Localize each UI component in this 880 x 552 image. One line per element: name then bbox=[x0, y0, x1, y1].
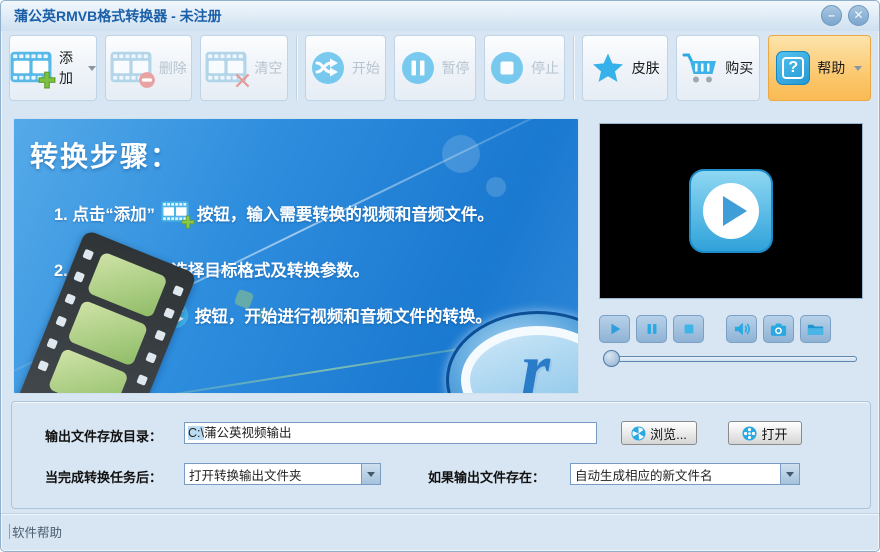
output-settings-group: 输出文件存放目录： C:\蒲公英视频输出 浏览... 打开 当完成转换任务后： … bbox=[11, 401, 871, 509]
minus-icon bbox=[138, 72, 155, 88]
player-controls bbox=[599, 315, 831, 343]
pause-button-label: 暂停 bbox=[441, 60, 470, 76]
star-icon bbox=[592, 53, 623, 82]
if-exists-dropdown-button[interactable] bbox=[780, 464, 799, 484]
add-button-label: 添加 bbox=[59, 50, 73, 86]
output-dir-label: 输出文件存放目录： bbox=[45, 429, 163, 444]
filmstrip-art bbox=[14, 229, 198, 393]
help-dropdown-caret-icon bbox=[854, 65, 863, 71]
preview-play-icon[interactable] bbox=[689, 169, 773, 253]
aperture-icon bbox=[631, 425, 646, 441]
if-exists-value: 自动生成相应的新文件名 bbox=[575, 468, 713, 483]
stop-button-label: 停止 bbox=[531, 60, 560, 76]
stop-icon bbox=[684, 324, 693, 334]
clear-button-label: 清空 bbox=[254, 60, 283, 76]
help-cube-icon: ? bbox=[776, 51, 811, 85]
skin-button-label: 皮肤 bbox=[631, 60, 660, 76]
film-reel-icon bbox=[742, 425, 758, 441]
close-button[interactable]: ✕ bbox=[848, 5, 869, 26]
video-preview[interactable] bbox=[599, 123, 863, 299]
step-1: 1. 点击“添加” 按钮，输入需要转换的视频和音频文件。 bbox=[54, 201, 494, 229]
inline-add-film-icon bbox=[161, 201, 195, 229]
add-button[interactable]: 添加 bbox=[9, 35, 97, 101]
toolbar-separator bbox=[295, 36, 297, 100]
app-window: 蒲公英RMVB格式转换器 - 未注册 – ✕ 添加 删除 清空 开始 暂停 停止… bbox=[0, 0, 880, 552]
play-icon bbox=[610, 323, 620, 335]
close-icon: ✕ bbox=[853, 8, 864, 22]
clear-button[interactable]: 清空 bbox=[200, 35, 288, 101]
pause-icon bbox=[647, 324, 656, 334]
output-dir-rest: 蒲公英视频输出 bbox=[203, 426, 292, 440]
start-button-label: 开始 bbox=[351, 60, 380, 76]
bubble-decoration bbox=[442, 135, 480, 173]
status-text: 软件帮助 bbox=[12, 526, 63, 540]
folder-icon bbox=[807, 324, 824, 335]
open-button-label: 打开 bbox=[761, 426, 788, 442]
if-exists-select[interactable]: 自动生成相应的新文件名 bbox=[570, 463, 800, 485]
camera-icon bbox=[770, 323, 787, 336]
steps-panel: 转换步骤： 1. 点击“添加” 按钮，输入需要转换的视频和音频文件。 2. 在新… bbox=[13, 118, 579, 394]
steps-title: 转换步骤： bbox=[30, 141, 181, 172]
after-task-value: 打开转换输出文件夹 bbox=[189, 468, 302, 483]
player-pause-button[interactable] bbox=[636, 315, 667, 343]
browse-button-label: 浏览... bbox=[650, 426, 687, 442]
chevron-down-icon bbox=[367, 471, 375, 477]
delete-film-icon bbox=[110, 51, 155, 88]
if-exists-label: 如果输出文件存在： bbox=[428, 470, 546, 485]
titlebar: 蒲公英RMVB格式转换器 - 未注册 – ✕ bbox=[1, 1, 879, 31]
volume-icon bbox=[734, 322, 750, 336]
bubble-decoration bbox=[486, 177, 506, 197]
minimize-button[interactable]: – bbox=[821, 5, 842, 26]
minimize-icon: – bbox=[828, 8, 835, 22]
after-task-dropdown-button[interactable] bbox=[361, 464, 380, 484]
start-shuffle-icon bbox=[311, 52, 344, 84]
toolbar-separator bbox=[573, 36, 575, 100]
cart-icon bbox=[682, 53, 717, 83]
stop-button[interactable]: 停止 bbox=[483, 35, 566, 101]
after-task-select[interactable]: 打开转换输出文件夹 bbox=[184, 463, 381, 485]
stop-icon bbox=[491, 52, 524, 84]
toolbar: 添加 删除 清空 开始 暂停 停止 皮肤 购买 ? 帮助 bbox=[9, 33, 871, 103]
r-logo-letter: r bbox=[521, 328, 551, 394]
output-dir-drive: C:\ bbox=[188, 426, 204, 440]
player-volume-button[interactable] bbox=[726, 315, 757, 343]
plus-icon bbox=[181, 215, 195, 229]
plus-icon bbox=[38, 71, 56, 89]
chevron-down-icon bbox=[786, 471, 794, 477]
step-1-text: 1. 点击“添加” bbox=[54, 206, 155, 224]
status-divider bbox=[9, 524, 10, 539]
clear-film-icon bbox=[205, 51, 250, 88]
add-dropdown-caret-icon bbox=[87, 65, 96, 71]
delete-button[interactable]: 删除 bbox=[104, 35, 193, 101]
player-play-button[interactable] bbox=[599, 315, 630, 343]
statusbar: 软件帮助 bbox=[1, 513, 879, 551]
buy-button-label: 购买 bbox=[725, 60, 754, 76]
window-title: 蒲公英RMVB格式转换器 - 未注册 bbox=[14, 8, 222, 24]
seek-bar[interactable] bbox=[603, 350, 857, 367]
player-stop-button[interactable] bbox=[673, 315, 704, 343]
open-button[interactable]: 打开 bbox=[728, 421, 802, 445]
help-button-label: 帮助 bbox=[817, 60, 846, 76]
seek-thumb[interactable] bbox=[603, 350, 620, 367]
r-logo-ring bbox=[461, 326, 578, 393]
player-snapshot-button[interactable] bbox=[763, 315, 794, 343]
after-task-label: 当完成转换任务后： bbox=[45, 470, 163, 485]
x-icon bbox=[235, 73, 250, 88]
step-1-text: 按钮，输入需要转换的视频和音频文件。 bbox=[196, 206, 494, 224]
question-icon: ? bbox=[782, 57, 805, 79]
help-button[interactable]: ? 帮助 bbox=[767, 35, 871, 101]
browse-button[interactable]: 浏览... bbox=[621, 421, 697, 445]
step-3-text: 按钮，开始进行视频和音频文件的转换。 bbox=[194, 308, 492, 326]
pause-icon bbox=[401, 52, 434, 84]
skin-button[interactable]: 皮肤 bbox=[582, 35, 668, 101]
start-button[interactable]: 开始 bbox=[304, 35, 387, 101]
pause-button[interactable]: 暂停 bbox=[394, 35, 476, 101]
add-film-icon bbox=[10, 51, 56, 89]
output-dir-input[interactable]: C:\蒲公英视频输出 bbox=[184, 422, 597, 444]
player-folder-button[interactable] bbox=[800, 315, 831, 343]
delete-button-label: 删除 bbox=[158, 60, 187, 76]
buy-button[interactable]: 购买 bbox=[675, 35, 760, 101]
